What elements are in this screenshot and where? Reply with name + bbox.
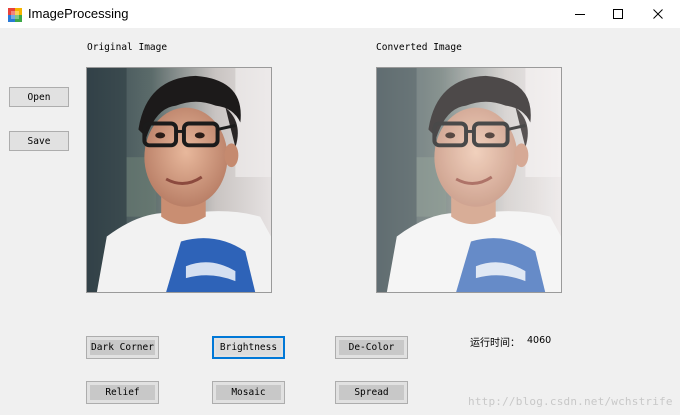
brightness-button-label: Brightness	[216, 340, 281, 355]
dark-corner-button-label: Dark Corner	[90, 340, 155, 355]
converted-image-label: Converted Image	[376, 42, 462, 53]
converted-image	[376, 67, 562, 293]
decolor-button-label: De-Color	[339, 340, 404, 355]
portrait-photo-brightened-icon	[377, 68, 561, 292]
save-button[interactable]: Save	[9, 131, 69, 151]
app-icon	[8, 7, 22, 22]
open-button[interactable]: Open	[9, 87, 69, 107]
relief-button-label: Relief	[90, 385, 155, 400]
original-image	[86, 67, 272, 293]
spread-button[interactable]: Spread	[335, 381, 408, 404]
maximize-button[interactable]	[598, 0, 638, 28]
minimize-button[interactable]	[560, 0, 600, 28]
close-icon	[653, 9, 663, 19]
minimize-icon	[575, 14, 585, 15]
window-title: ImageProcessing	[28, 6, 129, 21]
dark-corner-button[interactable]: Dark Corner	[86, 336, 159, 359]
original-image-label: Original Image	[87, 42, 168, 53]
maximize-icon	[613, 9, 623, 19]
runtime-label: 运行时间：	[470, 338, 520, 349]
title-bar: ImageProcessing	[0, 0, 680, 28]
spread-button-label: Spread	[339, 385, 404, 400]
close-button[interactable]	[638, 0, 678, 28]
portrait-photo-icon	[87, 68, 271, 292]
mosaic-button-label: Mosaic	[216, 385, 281, 400]
brightness-button[interactable]: Brightness	[212, 336, 285, 359]
runtime-value: 4060	[527, 335, 552, 346]
relief-button[interactable]: Relief	[86, 381, 159, 404]
watermark: http://blog.csdn.net/wchstrife	[468, 395, 673, 408]
mosaic-button[interactable]: Mosaic	[212, 381, 285, 404]
decolor-button[interactable]: De-Color	[335, 336, 408, 359]
